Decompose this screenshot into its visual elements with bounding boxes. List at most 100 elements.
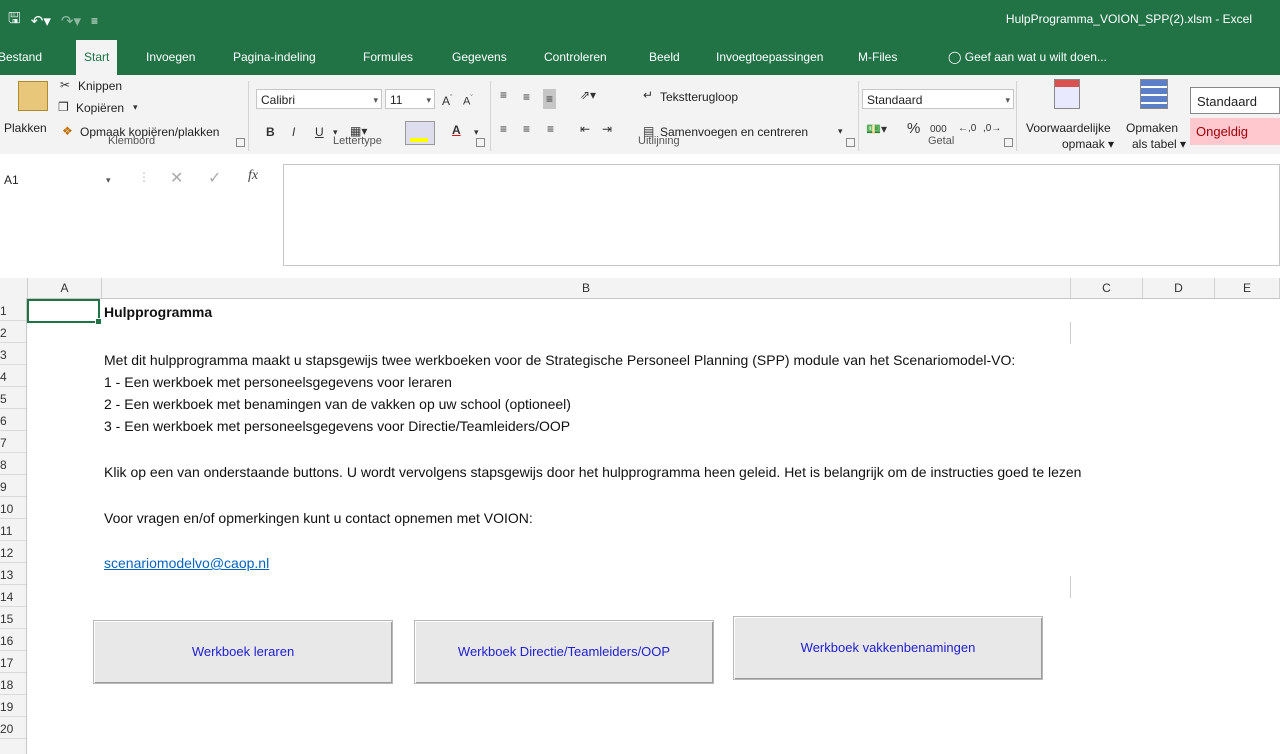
wrap-text-button[interactable]: Tekstterugloop [660, 90, 738, 104]
undo-icon[interactable]: ↶▾ [31, 12, 51, 30]
align-left-icon[interactable]: ≡ [500, 119, 507, 139]
decrease-decimal-icon[interactable]: ,0→ [983, 119, 1001, 139]
copy-button[interactable]: Kopiëren [76, 101, 124, 115]
paste-icon[interactable] [18, 81, 48, 111]
conditional-format-button[interactable]: Voorwaardelijke [1026, 121, 1111, 135]
row-header[interactable]: 6 [0, 412, 26, 431]
name-box[interactable]: A1 ▾ [4, 170, 124, 190]
row-header[interactable]: 12 [0, 544, 26, 563]
row-header[interactable]: 18 [0, 676, 26, 695]
insert-function-icon[interactable]: fx [248, 168, 258, 184]
format-as-table-icon[interactable] [1140, 79, 1168, 109]
cancel-icon[interactable]: ✕ [170, 168, 183, 188]
underline-icon[interactable]: U [315, 122, 324, 142]
currency-icon[interactable]: 💵▾ [866, 119, 887, 139]
row-header[interactable]: 14 [0, 588, 26, 607]
font-color-icon[interactable]: A [452, 120, 461, 140]
workbook-teachers-button[interactable]: Werkboek leraren [93, 620, 393, 684]
paste-button[interactable]: Plakken [4, 121, 47, 135]
fill-handle[interactable] [95, 318, 102, 325]
workbook-management-button[interactable]: Werkboek Directie/Teamleiders/OOP [414, 620, 714, 684]
tab-controleren[interactable]: Controleren [544, 40, 607, 75]
email-link[interactable]: scenariomodelvo@caop.nl [104, 555, 269, 571]
format-as-table-button[interactable]: Opmaken [1126, 121, 1178, 135]
tab-gegevens[interactable]: Gegevens [452, 40, 507, 75]
tell-me-box[interactable]: ◯ Geef aan wat u wilt doen... [948, 40, 1107, 75]
row-header[interactable]: 5 [0, 390, 26, 409]
row-header[interactable]: 2 [0, 324, 26, 343]
number-format-select[interactable]: Standaard ▾ [862, 89, 1014, 109]
align-bottom-icon[interactable]: ≡ [543, 89, 557, 109]
align-middle-icon[interactable]: ≡ [523, 87, 530, 107]
enter-icon[interactable]: ✓ [208, 168, 221, 188]
group-label-alignment: Uitlijning [638, 135, 680, 147]
customize-qat-icon[interactable]: ≡ [91, 14, 98, 28]
bold-icon[interactable]: B [266, 122, 275, 142]
tab-formules[interactable]: Formules [363, 40, 413, 75]
cell-style-standard[interactable]: Standaard [1190, 87, 1280, 114]
alignment-launcher-icon[interactable] [846, 138, 855, 147]
row-header[interactable]: 17 [0, 654, 26, 673]
column-header-a[interactable]: A [28, 278, 102, 298]
contact-text: Voor vragen en/of opmerkingen kunt u con… [104, 510, 533, 526]
percent-button[interactable]: % [907, 119, 920, 139]
row-header[interactable]: 19 [0, 698, 26, 717]
tab-invoegen[interactable]: Invoegen [146, 40, 195, 75]
chevron-down-icon[interactable]: ▾ [133, 97, 138, 117]
font-size-select[interactable]: 11 ▾ [385, 89, 435, 109]
conditional-format-sublabel[interactable]: opmaak ▾ [1062, 137, 1114, 151]
cell-style-invalid[interactable]: Ongeldig [1190, 118, 1280, 145]
tab-beeld[interactable]: Beeld [649, 40, 680, 75]
shrink-font-icon[interactable]: Aˇ [463, 89, 473, 112]
row-header[interactable]: 10 [0, 500, 26, 519]
decrease-indent-icon[interactable]: ⇤ [580, 119, 590, 139]
redo-icon[interactable]: ↷▾ [61, 12, 81, 30]
formula-input[interactable] [283, 164, 1280, 266]
selected-cell-a1[interactable] [27, 299, 102, 325]
column-header-c[interactable]: C [1071, 278, 1143, 298]
tab-pagina-indeling[interactable]: Pagina-indeling [233, 40, 316, 75]
orientation-icon[interactable]: ⇗▾ [580, 85, 596, 105]
row-header[interactable]: 9 [0, 478, 26, 497]
increase-indent-icon[interactable]: ⇥ [602, 119, 612, 139]
font-launcher-icon[interactable] [476, 138, 485, 147]
font-name-select[interactable]: Calibri ▾ [256, 89, 382, 109]
row-header[interactable]: 7 [0, 434, 26, 453]
merge-center-button[interactable]: Samenvoegen en centreren [660, 125, 808, 139]
chevron-down-icon[interactable]: ▾ [106, 170, 111, 190]
italic-icon[interactable]: I [292, 122, 295, 142]
row-header[interactable]: 15 [0, 610, 26, 629]
column-header-e[interactable]: E [1215, 278, 1280, 298]
align-center-icon[interactable]: ≡ [523, 119, 530, 139]
format-as-table-sublabel[interactable]: als tabel ▾ [1132, 137, 1186, 151]
tab-bestand[interactable]: Bestand [0, 40, 42, 75]
conditional-format-icon[interactable] [1054, 79, 1080, 109]
column-header-b[interactable]: B [102, 278, 1071, 298]
tab-invoegtoepassingen[interactable]: Invoegtoepassingen [716, 40, 823, 75]
column-header-d[interactable]: D [1143, 278, 1215, 298]
tab-start[interactable]: Start [76, 40, 118, 75]
row-header[interactable]: 11 [0, 522, 26, 541]
row-header[interactable]: 20 [0, 720, 26, 739]
row-header[interactable]: 1 [0, 302, 26, 321]
tab-m-files[interactable]: M-Files [858, 40, 897, 75]
copy-icon: ❐ [58, 100, 69, 114]
row-header[interactable]: 4 [0, 368, 26, 387]
row-header[interactable]: 13 [0, 566, 26, 585]
select-all-corner[interactable] [0, 278, 28, 298]
clipboard-launcher-icon[interactable] [236, 138, 245, 147]
save-icon[interactable]: 🖫 [8, 8, 21, 33]
wrap-text-icon: ↵ [643, 88, 654, 102]
grow-font-icon[interactable]: Aˆ [442, 89, 452, 111]
fill-color-button[interactable] [405, 121, 435, 145]
cut-button[interactable]: Knippen [78, 79, 122, 93]
align-top-icon[interactable]: ≡ [500, 85, 507, 105]
workbook-subjects-button[interactable]: Werkboek vakkenbenamingen [733, 616, 1043, 680]
increase-decimal-icon[interactable]: ←,0 [958, 119, 976, 139]
align-right-icon[interactable]: ≡ [547, 119, 554, 139]
row-header[interactable]: 16 [0, 632, 26, 651]
row-header[interactable]: 8 [0, 456, 26, 475]
row-header[interactable]: 3 [0, 346, 26, 365]
chevron-down-icon[interactable]: ▾ [838, 121, 843, 141]
number-launcher-icon[interactable] [1004, 138, 1013, 147]
